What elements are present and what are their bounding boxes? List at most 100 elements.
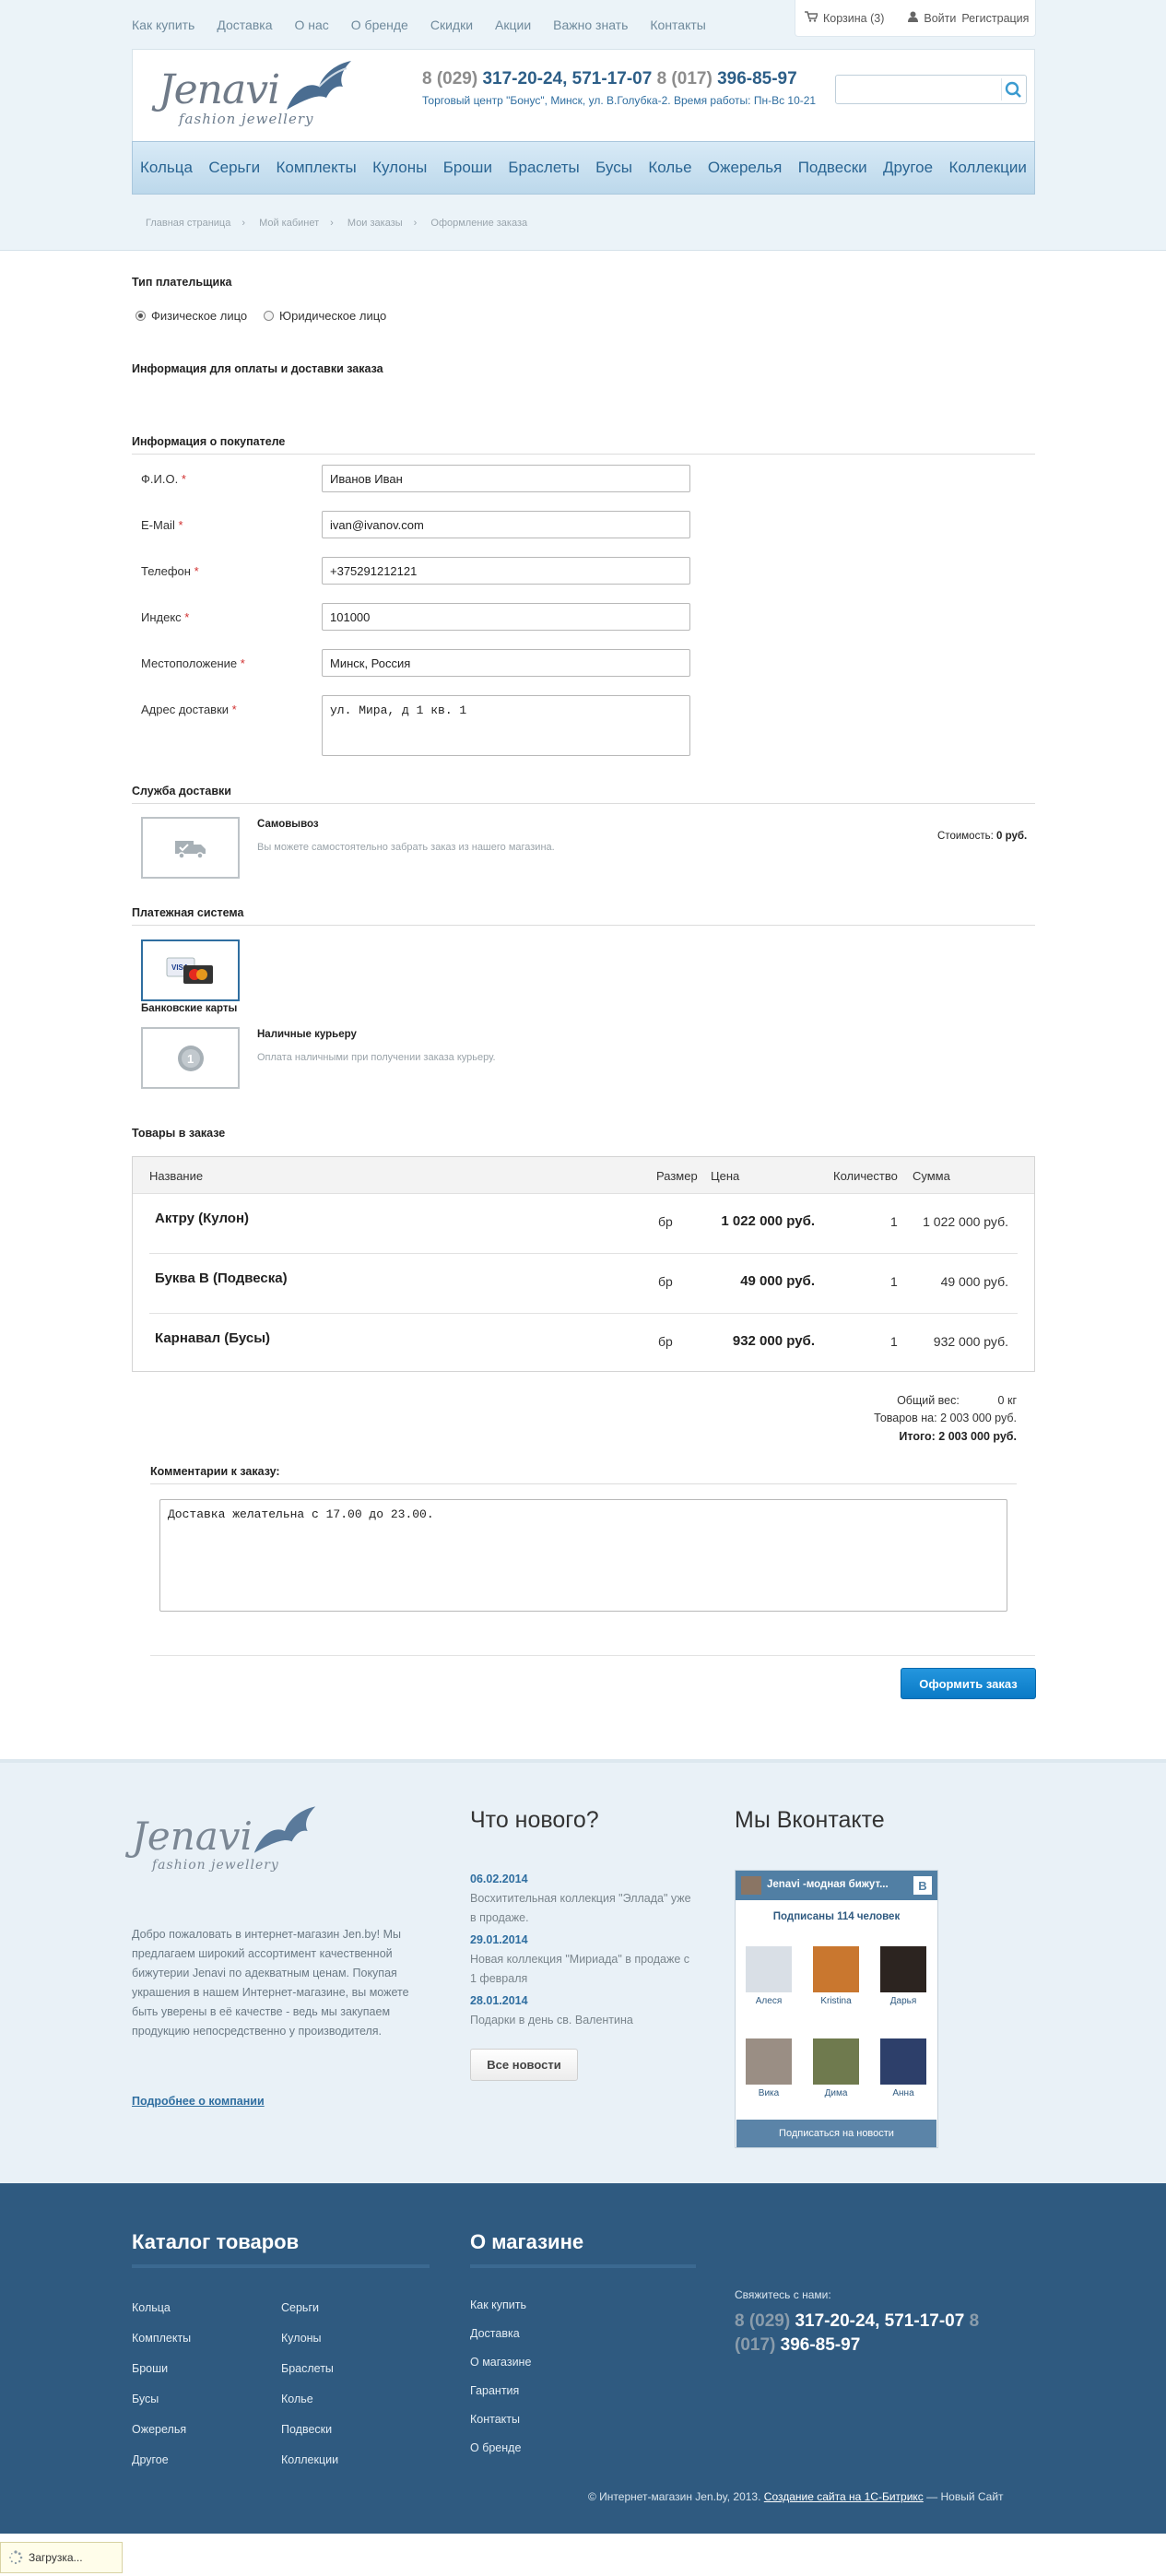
vk-member[interactable]: Анна: [879, 2038, 927, 2098]
avatar: [813, 1946, 859, 1992]
order-table: Название Размер Цена Количество Сумма Ак…: [132, 1156, 1035, 1372]
topnav-how-to-buy[interactable]: Как купить: [132, 18, 194, 32]
payer-type-title: Тип плательщика: [132, 276, 232, 289]
user-icon: [908, 11, 919, 25]
payment-cash-option[interactable]: 1: [141, 1027, 240, 1089]
footer-catalog-link[interactable]: Подвески: [281, 2423, 332, 2436]
footer-shop-link[interactable]: О магазине: [470, 2356, 531, 2369]
avatar: [746, 1946, 792, 1992]
footer-catalog-link[interactable]: Ожерелья: [132, 2423, 186, 2436]
bitrix-link[interactable]: Создание сайта на 1С-Битрикс: [764, 2490, 924, 2503]
vk-logo-icon: В: [913, 1876, 932, 1895]
footer-shop-link[interactable]: О бренде: [470, 2441, 521, 2454]
topnav-contacts[interactable]: Контакты: [650, 18, 705, 32]
footer-logo[interactable]: Jenavi fashion jewellery: [132, 1802, 325, 1885]
footer-catalog-link[interactable]: Броши: [132, 2362, 168, 2375]
news-date[interactable]: 28.01.2014: [470, 1994, 528, 2007]
catnav-collections[interactable]: Коллекции: [948, 159, 1026, 177]
breadcrumb-cabinet[interactable]: Мой кабинет: [259, 218, 319, 229]
catnav-pendants[interactable]: Кулоны: [372, 159, 427, 177]
footer-catalog-link[interactable]: Серьги: [281, 2301, 319, 2314]
topnav-important[interactable]: Важно знать: [553, 18, 628, 32]
news-date[interactable]: 29.01.2014: [470, 1933, 528, 1946]
catnav-earrings[interactable]: Серьги: [208, 159, 260, 177]
cart-link[interactable]: Корзина (3): [823, 12, 884, 25]
footer-shop-link[interactable]: Доставка: [470, 2327, 520, 2340]
breadcrumb-orders[interactable]: Мои заказы: [347, 218, 403, 229]
footer-phones: 8 (029) 317-20-24, 571-17-07 8 (017) 396…: [735, 2311, 980, 2355]
catnav-rings[interactable]: Кольца: [140, 159, 193, 177]
footer-shop-link[interactable]: Контакты: [470, 2413, 520, 2426]
footer-catalog-link[interactable]: Кольца: [132, 2301, 171, 2314]
label-fio: Ф.И.О. *: [141, 472, 186, 486]
coin-icon: 1: [177, 1045, 204, 1071]
radio-individual[interactable]: Физическое лицо: [135, 309, 247, 323]
divider: [150, 1483, 1017, 1484]
payment-cards-option[interactable]: VISA: [141, 939, 240, 1001]
footer-catalog-link[interactable]: Комплекты: [132, 2332, 191, 2345]
vk-member[interactable]: Дарья: [879, 1946, 927, 2006]
catnav-necklaces[interactable]: Колье: [648, 159, 691, 177]
about-company-link[interactable]: Подробнее о компании: [132, 2095, 265, 2108]
login-link[interactable]: Войти: [924, 12, 956, 25]
topnav-brand[interactable]: О бренде: [351, 18, 408, 32]
footer-shop-link[interactable]: Гарантия: [470, 2384, 519, 2397]
breadcrumb-home[interactable]: Главная страница: [146, 218, 230, 229]
breadcrumb-current: Оформление заказа: [430, 218, 528, 229]
svg-text:1: 1: [187, 1052, 194, 1066]
catalog-navigation: Кольца Серьги Комплекты Кулоны Броши Бра…: [132, 141, 1035, 195]
catnav-brooches[interactable]: Броши: [443, 159, 492, 177]
divider: [132, 454, 1035, 455]
place-order-button[interactable]: Оформить заказ: [901, 1668, 1036, 1699]
delivery-pickup-option[interactable]: [141, 817, 240, 879]
vk-member[interactable]: Kristina: [812, 1946, 860, 2006]
all-news-button[interactable]: Все новости: [470, 2049, 578, 2081]
divider: [132, 2264, 430, 2268]
truck-icon: [174, 840, 206, 859]
catnav-beads[interactable]: Бусы: [595, 159, 632, 177]
topnav-promotions[interactable]: Акции: [495, 18, 531, 32]
footer-shop-link[interactable]: Как купить: [470, 2298, 526, 2311]
user-box: Корзина (3) Войти Регистрация: [795, 0, 1036, 37]
vk-member[interactable]: Дима: [812, 2038, 860, 2098]
search-input[interactable]: [840, 78, 995, 100]
catnav-other[interactable]: Другое: [883, 159, 933, 177]
vk-member[interactable]: Алеся: [745, 1946, 793, 2006]
fio-field[interactable]: [322, 465, 690, 492]
register-link[interactable]: Регистрация: [961, 12, 1029, 25]
footer-catalog-link[interactable]: Другое: [132, 2453, 169, 2466]
vk-member[interactable]: Вика: [745, 2038, 793, 2098]
vk-group-name[interactable]: Jenavi -модная бижут...: [767, 1879, 889, 1890]
topnav-delivery[interactable]: Доставка: [217, 18, 272, 32]
logo[interactable]: Jenavi fashion jewellery: [153, 57, 365, 131]
search-button[interactable]: [1001, 78, 1023, 100]
shop-title: О магазине: [470, 2230, 584, 2253]
buyer-info-title: Информация о покупателе: [132, 435, 286, 448]
index-field[interactable]: [322, 603, 690, 631]
table-row: Актру (Кулон) бр 1 022 000 руб. 1 1 022 …: [149, 1194, 1018, 1254]
catnav-sets[interactable]: Комплекты: [276, 159, 356, 177]
radio-legal[interactable]: Юридическое лицо: [264, 309, 386, 323]
news-date[interactable]: 06.02.2014: [470, 1873, 528, 1885]
catnav-chokers[interactable]: Ожерелья: [708, 159, 782, 177]
topnav-discounts[interactable]: Скидки: [430, 18, 473, 32]
footer-catalog-link[interactable]: Кулоны: [281, 2332, 322, 2345]
vk-subscribe-button[interactable]: Подписаться на новости: [736, 2120, 936, 2147]
grand-total: Итого: 2 003 000 руб.: [899, 1430, 1017, 1443]
payment-cards-label: Банковские карты: [141, 1003, 238, 1014]
footer-catalog-link[interactable]: Бусы: [132, 2393, 159, 2405]
phone-field[interactable]: [322, 557, 690, 585]
catnav-charms[interactable]: Подвески: [798, 159, 867, 177]
footer-catalog-link[interactable]: Коллекции: [281, 2453, 338, 2466]
topnav-about[interactable]: О нас: [294, 18, 328, 32]
catnav-bracelets[interactable]: Браслеты: [508, 159, 579, 177]
cart-icon[interactable]: [805, 11, 819, 25]
footer-catalog-link[interactable]: Колье: [281, 2393, 313, 2405]
location-field[interactable]: [322, 649, 690, 677]
footer-catalog-link[interactable]: Браслеты: [281, 2362, 334, 2375]
payment-cash-name: Наличные курьеру: [257, 1029, 357, 1040]
email-field[interactable]: [322, 511, 690, 538]
address-field[interactable]: ул. Мира, д 1 кв. 1: [322, 695, 690, 756]
th-sum: Сумма: [913, 1169, 950, 1183]
comment-field[interactable]: Доставка желательна с 17.00 до 23.00.: [159, 1499, 1007, 1612]
